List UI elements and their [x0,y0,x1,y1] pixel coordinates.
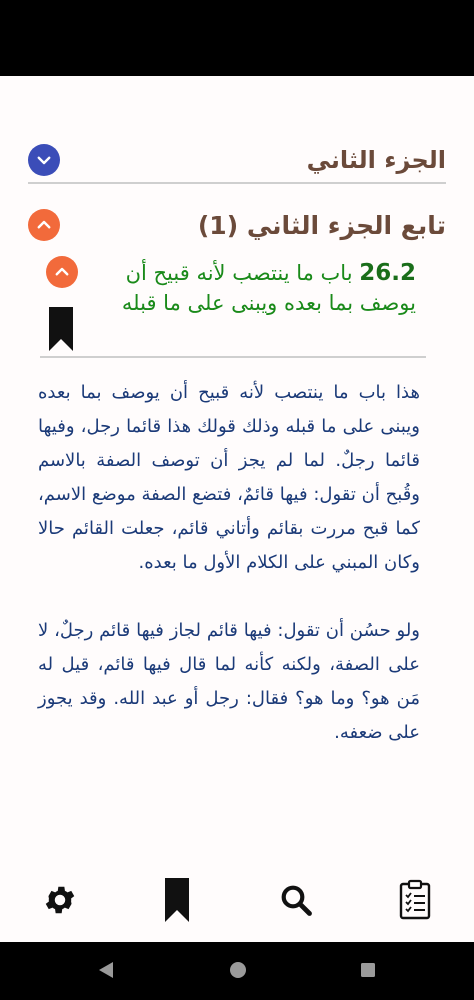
collapse-chevron-up-icon[interactable] [28,209,60,241]
part-title: الجزء الثاني [306,146,446,174]
chapter-collapse-chevron-up-icon[interactable] [46,256,78,288]
back-triangle-icon[interactable] [96,960,116,980]
chapter-title-block: 26.2 باب ما ينتصب لأنه قبيح أن يوصف بما … [96,258,416,318]
settings-icon [45,886,75,914]
search-button[interactable] [271,872,321,928]
bottom-toolbar [0,862,474,942]
expand-chevron-down-icon[interactable] [28,144,60,176]
chapter-number: 26.2 [359,260,416,286]
table-of-contents-button[interactable] [390,872,440,928]
body-paragraph: ولو حسُن أن تقول: فيها قائم لجاز فيها قا… [38,620,420,743]
body-paragraph: هذا باب ما ينتصب لأنه قبيح أن يوصف بما ب… [38,382,420,573]
bookmark-icon [165,878,189,922]
part-header-part2-continued[interactable]: تابع الجزء الثاني (1) [28,202,446,248]
phone-frame: الجزء الثاني تابع الجزء الثاني (1) 26.2 … [0,0,474,1000]
reader-screen: الجزء الثاني تابع الجزء الثاني (1) 26.2 … [0,76,474,942]
status-bar [0,0,474,76]
chapter-header[interactable]: 26.2 باب ما ينتصب لأنه قبيح أن يوصف بما … [40,252,426,358]
home-circle-icon[interactable] [228,960,248,980]
search-icon [281,885,312,916]
bookmarks-button[interactable] [152,872,202,928]
part-continued-title: تابع الجزء الثاني (1) [197,210,446,240]
chapter-bookmark-icon[interactable] [48,306,74,352]
chapter-body: هذا باب ما ينتصب لأنه قبيح أن يوصف بما ب… [38,376,420,784]
settings-button[interactable] [35,872,85,928]
clipboard-icon [399,879,431,920]
recents-square-icon[interactable] [358,960,378,980]
part-header-part2[interactable]: الجزء الثاني [28,138,446,184]
system-nav-bar [0,942,474,1000]
